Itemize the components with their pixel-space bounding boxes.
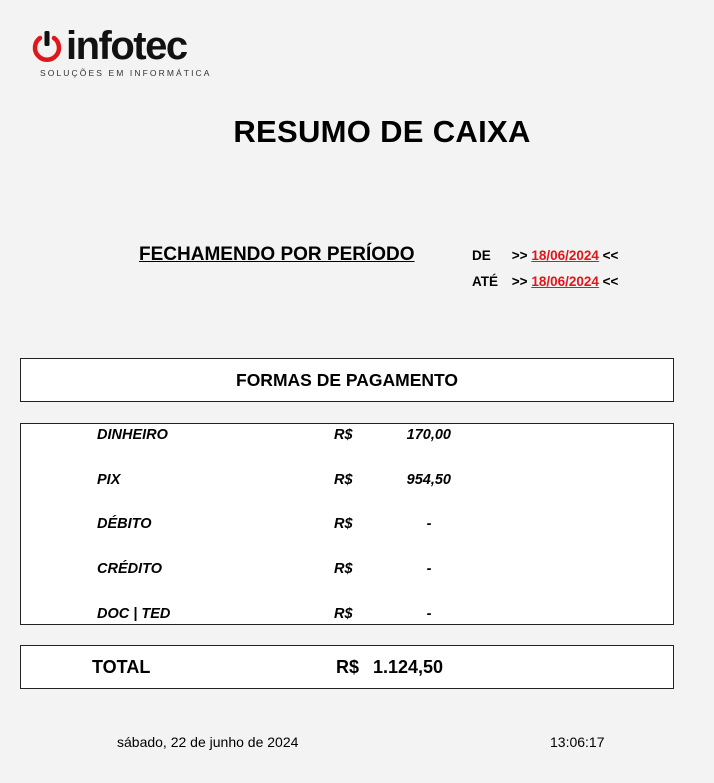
period-label: FECHAMENDO POR PERÍODO: [139, 244, 415, 265]
payment-name: PIX: [97, 472, 121, 488]
period-to-date: 18/06/2024: [531, 274, 599, 289]
payment-value: -: [426, 561, 432, 577]
infotec-logo: infotec SOLUÇÕES EM INFORMÁTICA: [30, 24, 230, 86]
payment-row-pix: PIX R$ 954,50: [21, 472, 673, 492]
total-label: TOTAL: [92, 657, 151, 677]
payment-value: -: [426, 516, 432, 532]
period-from-row: DE >> 18/06/2024 <<: [472, 248, 618, 263]
logo-tagline: SOLUÇÕES EM INFORMÁTICA: [40, 68, 212, 78]
payment-currency: R$: [334, 427, 353, 443]
payment-currency: R$: [334, 606, 353, 622]
payment-forms-title: FORMAS DE PAGAMENTO: [236, 369, 458, 390]
total-currency: R$: [336, 657, 360, 677]
payment-currency: R$: [334, 516, 353, 532]
arrow-left: >>: [511, 248, 528, 263]
page-title: RESUMO DE CAIXA: [233, 114, 531, 149]
payment-row-dinheiro: DINHEIRO R$ 170,00: [21, 427, 673, 447]
arrow-left: >>: [511, 274, 528, 289]
total-box: TOTAL R$ 1.124,50: [20, 645, 674, 689]
arrow-right: <<: [602, 274, 619, 289]
payment-name: DOC | TED: [97, 606, 171, 622]
payment-row-debito: DÉBITO R$ -: [21, 516, 673, 536]
payment-currency: R$: [334, 472, 353, 488]
payment-row-credito: CRÉDITO R$ -: [21, 561, 673, 581]
period-to-label: ATÉ: [472, 274, 498, 289]
arrow-right: <<: [602, 248, 619, 263]
payment-name: CRÉDITO: [97, 561, 162, 577]
power-icon: [32, 31, 62, 62]
footer-time: 13:06:17: [550, 734, 605, 750]
period-to-row: ATÉ >> 18/06/2024 <<: [472, 274, 618, 289]
payment-value: -: [426, 606, 432, 622]
period-from-label: DE: [472, 248, 491, 263]
payment-forms-header: FORMAS DE PAGAMENTO: [20, 358, 674, 402]
payment-value: 954,50: [406, 472, 451, 488]
payment-row-doc-ted: DOC | TED R$ -: [21, 606, 673, 626]
payment-name: DINHEIRO: [97, 427, 168, 443]
logo-wordmark: infotec: [66, 24, 188, 68]
total-value: 1.124,50: [373, 657, 444, 677]
payment-forms-table: DINHEIRO R$ 170,00 PIX R$ 954,50 DÉBITO …: [20, 423, 674, 625]
footer-date: sábado, 22 de junho de 2024: [117, 734, 299, 750]
period-from-date: 18/06/2024: [531, 248, 599, 263]
payment-currency: R$: [334, 561, 353, 577]
payment-value: 170,00: [406, 427, 451, 443]
payment-name: DÉBITO: [97, 516, 152, 532]
